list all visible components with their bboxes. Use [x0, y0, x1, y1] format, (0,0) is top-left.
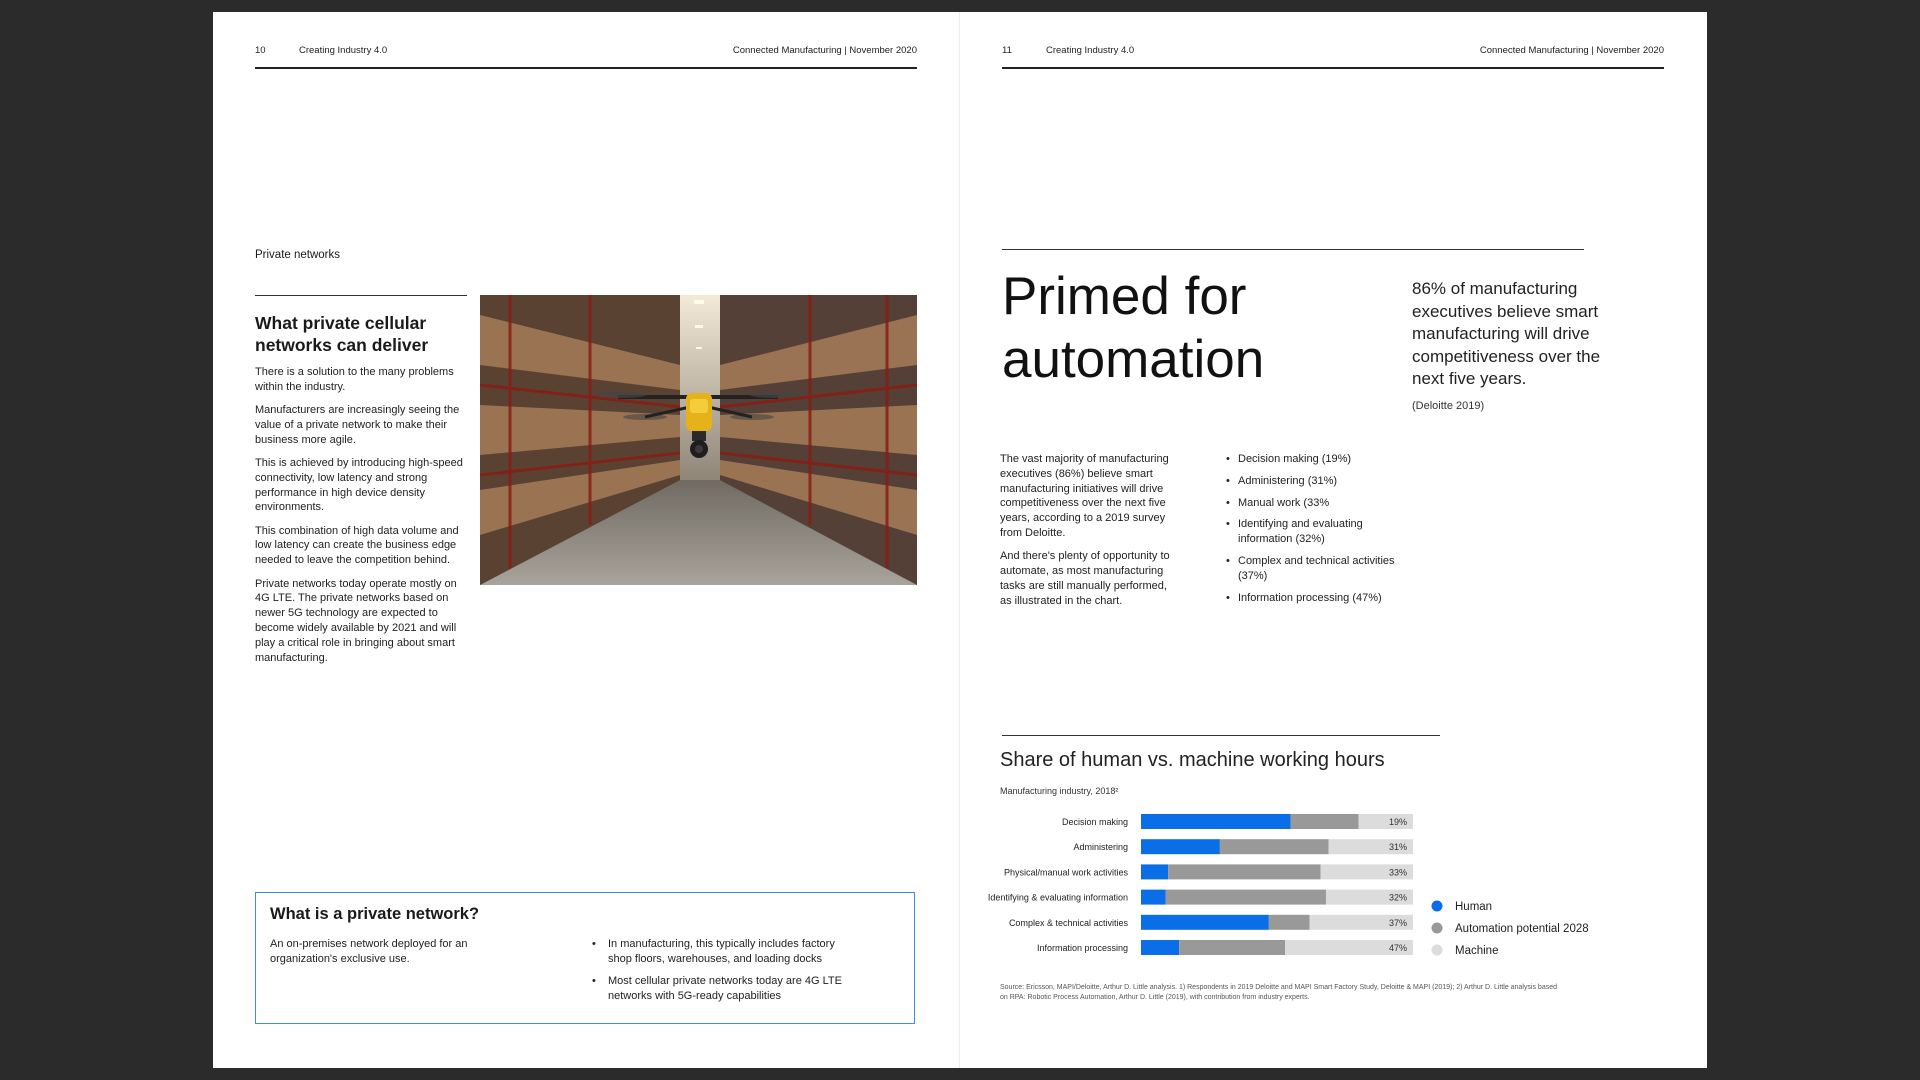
chart-source-note: Source: Ericsson, MAPI/Deloitte, Arthur … [1000, 984, 1558, 1001]
data-label: 19% [1389, 817, 1407, 827]
bar-segment-automation-potential-2028 [1165, 889, 1326, 905]
category-label: Information processing [1037, 943, 1128, 953]
list-item: Decision making (19%) [1226, 452, 1406, 467]
list-item: Manual work (33% [1226, 496, 1406, 511]
right-page: 11 Creating Industry 4.0 Connected Manuf… [960, 12, 1707, 1068]
category-label: Complex & technical activities [1009, 918, 1129, 928]
legend-marker [1431, 922, 1443, 934]
bar-segment-automation-potential-2028 [1179, 940, 1286, 955]
section-heading: What private cellular networks can deliv… [255, 313, 429, 355]
data-label: 31% [1389, 842, 1407, 852]
category-label: Physical/manual work activities [1004, 867, 1129, 877]
paragraph: There is a solution to the many problems… [255, 366, 454, 393]
header-rule [1002, 67, 1664, 69]
category-label: Administering [1073, 842, 1128, 852]
legend-label: Machine [1455, 945, 1498, 957]
bar-segment-human [1141, 864, 1169, 880]
bar-segment-human [1141, 814, 1291, 829]
page-number: 11 [1002, 45, 1012, 56]
quote-source: (Deloitte 2019) [1412, 400, 1485, 412]
box-definition: An on-premises network deployed for an o… [270, 938, 468, 965]
legend-marker [1431, 944, 1443, 956]
header-rule [255, 67, 917, 69]
category-label: Decision making [1062, 817, 1128, 827]
page-number: 10 [255, 45, 266, 56]
box-title: What is a private network? [270, 905, 480, 923]
paragraph: This is achieved by introducing high-spe… [255, 456, 463, 514]
legend-label: Human [1455, 901, 1492, 913]
warehouse-drone-photo [480, 295, 917, 585]
list-item: Identifying and evaluating information (… [1226, 517, 1406, 547]
bar-segment-human [1141, 889, 1166, 905]
list-item: Most cellular private networks today are… [592, 974, 852, 1003]
document-spread: 10 Creating Industry 4.0 Connected Manuf… [213, 12, 1707, 1068]
list-item: Administering (31%) [1226, 474, 1406, 489]
bar-segment-human [1141, 940, 1180, 955]
page-title: Primed for automation [1002, 267, 1265, 389]
paragraph: And there's plenty of opportunity to aut… [1000, 550, 1170, 607]
task-bullet-list: Decision making (19%) Administering (31%… [1226, 452, 1406, 612]
legend-marker [1431, 900, 1443, 912]
bar-segment-automation-potential-2028 [1219, 839, 1329, 855]
page-header: 10 Creating Industry 4.0 Connected Manuf… [255, 45, 917, 59]
box-bullet-list: In manufacturing, this typically include… [592, 937, 852, 1011]
quote-rule-extension [1412, 249, 1584, 250]
paragraph: Manufacturers are increasingly seeing th… [255, 404, 460, 446]
data-label: 47% [1389, 943, 1407, 953]
document-title: Creating Industry 4.0 [299, 45, 388, 56]
private-network-definition-box: What is a private network? An on-premise… [255, 892, 915, 1024]
chart-rule [1002, 735, 1440, 736]
header-meta: Connected Manufacturing | November 2020 [1479, 45, 1664, 56]
pull-quote: 86% of manufacturing executives believe … [1412, 279, 1601, 388]
bar-segment-human [1141, 839, 1220, 855]
header-meta: Connected Manufacturing | November 2020 [732, 45, 917, 56]
stacked-bar-chart: Decision making 19% Administering 31% Physic… [988, 814, 1589, 957]
page-header: 11 Creating Industry 4.0 Connected Manuf… [1002, 45, 1664, 59]
paragraph: Private networks today operate mostly on… [255, 577, 457, 664]
list-item: Information processing (47%) [1226, 591, 1406, 606]
data-label: 32% [1389, 893, 1407, 903]
list-item: Complex and technical activities (37%) [1226, 554, 1406, 584]
category-label: Identifying & evaluating information [988, 893, 1128, 903]
drone-image [480, 295, 917, 585]
body-text: The vast majority of manufacturing execu… [1000, 452, 1180, 617]
bar-segment-automation-potential-2028 [1290, 814, 1359, 829]
heading-rule [255, 295, 467, 296]
body-text: There is a solution to the many problems… [255, 365, 473, 674]
paragraph: This combination of high data volume and… [255, 524, 459, 567]
chart-title: Share of human vs. machine working hours [1000, 749, 1385, 771]
data-label: 33% [1389, 867, 1407, 877]
document-title: Creating Industry 4.0 [1046, 45, 1135, 56]
section-label: Private networks [255, 249, 341, 261]
data-label: 37% [1389, 918, 1407, 928]
list-item: In manufacturing, this typically include… [592, 937, 852, 966]
bar-segment-automation-potential-2028 [1168, 864, 1321, 880]
paragraph: The vast majority of manufacturing execu… [1000, 453, 1169, 539]
chart-subtitle: Manufacturing industry, 2018² [1000, 786, 1119, 796]
legend-label: Automation potential 2028 [1455, 923, 1589, 935]
bar-segment-automation-potential-2028 [1268, 914, 1310, 930]
left-page: 10 Creating Industry 4.0 Connected Manuf… [213, 12, 959, 1068]
bar-segment-human [1141, 914, 1269, 930]
